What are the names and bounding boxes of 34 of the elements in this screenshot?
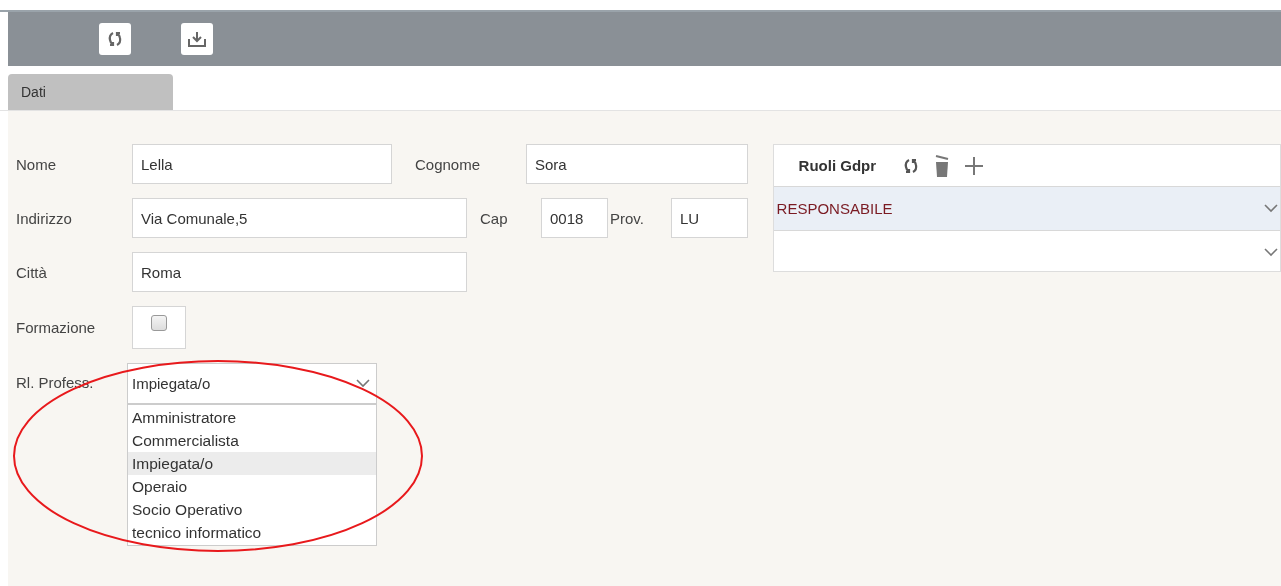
dropdown-option[interactable]: Commercialista (128, 429, 376, 452)
download-button[interactable] (181, 23, 213, 55)
dropdown-option[interactable]: Operaio (128, 475, 376, 498)
chevron-down-icon[interactable] (1264, 248, 1278, 257)
field-label: Prov. (610, 209, 645, 227)
input-field[interactable]: Via Comunale,5 (132, 198, 467, 238)
dropdown-option[interactable]: Impiegata/o (128, 452, 376, 475)
field-label: Cap (480, 209, 509, 227)
field-label: Città (15, 263, 48, 281)
checkbox[interactable] (151, 315, 167, 331)
refresh-icon-glyph[interactable] (106, 30, 124, 48)
panel-title: Ruoli Gdpr (798, 157, 877, 174)
chevron-down-icon[interactable] (1264, 204, 1278, 213)
input-field[interactable]: Roma (132, 252, 467, 292)
chevron-down-icon[interactable] (356, 379, 370, 388)
field-label: Formazione (15, 319, 97, 336)
trash-icon[interactable] (934, 153, 951, 178)
input-field[interactable]: LU (671, 198, 748, 238)
dropdown-option[interactable]: Socio Operativo (128, 498, 376, 521)
select-field[interactable]: Impiegata/o (127, 363, 377, 404)
download-icon[interactable] (187, 30, 207, 48)
field-label: Nome (15, 155, 57, 173)
dropdown-option[interactable]: Amministratore (128, 406, 376, 429)
field-label: Rl. Profess. (15, 373, 95, 391)
field-label: Indirizzo (15, 209, 73, 227)
dropdown-option[interactable]: tecnico informatico (128, 521, 376, 544)
input-field[interactable]: 0018 (541, 198, 608, 238)
tab[interactable]: Dati (8, 74, 173, 110)
role-select[interactable]: RESPONSABILE (773, 186, 1280, 230)
field-label: Cognome (415, 155, 482, 173)
add-icon[interactable] (964, 155, 985, 176)
input-field[interactable]: Sora (526, 144, 748, 184)
refresh-button[interactable] (99, 23, 131, 55)
input-field[interactable]: Lella (132, 144, 392, 184)
